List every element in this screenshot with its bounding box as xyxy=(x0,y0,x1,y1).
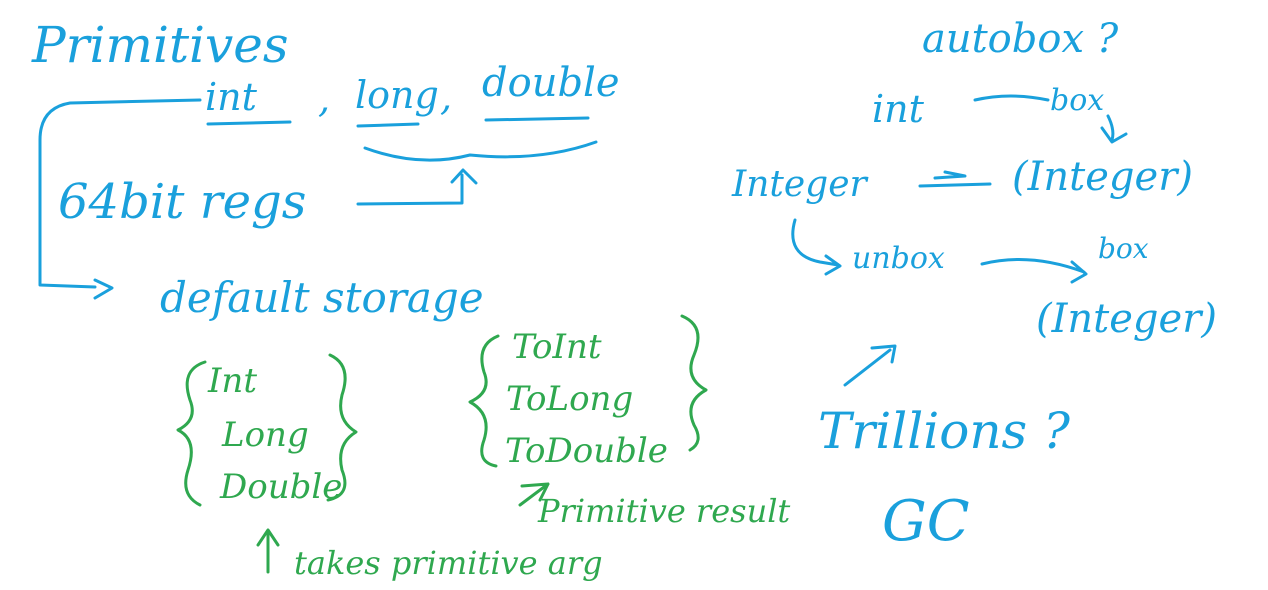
trillions-arrow xyxy=(843,344,897,387)
int-to-box-line xyxy=(973,94,1050,102)
brace-left-2 xyxy=(468,334,500,468)
default-storage-label: default storage xyxy=(160,273,484,322)
trillions-label: Trillions ? xyxy=(818,402,1071,460)
primitive-result-label: Primitive result xyxy=(537,492,790,530)
box-mid-label: box xyxy=(1098,232,1149,265)
integer-paren-1: (Integer) xyxy=(1012,154,1193,200)
primitives-heading: Primitives xyxy=(31,16,289,74)
green1-double: Double xyxy=(219,467,342,507)
unbox-to-box-arrow xyxy=(980,258,1088,284)
green1-long: Long xyxy=(221,415,309,455)
green2-tolong: ToLong xyxy=(506,379,633,419)
green2-toint: ToInt xyxy=(512,327,602,367)
brace-left-1 xyxy=(176,360,207,507)
double-underline xyxy=(484,116,590,122)
unbox-label: unbox xyxy=(852,241,945,276)
long-label: long xyxy=(355,73,439,117)
takes-primitive-arg-label: takes primitive arg xyxy=(294,544,603,582)
whiteboard-canvas: Primitives int , long , double 64bit reg… xyxy=(31,16,1217,582)
double-label: double xyxy=(482,60,620,106)
long-double-brace xyxy=(363,140,598,162)
int-underline xyxy=(206,120,292,126)
int-label: int xyxy=(205,75,258,119)
integer-left-label: Integer xyxy=(731,164,869,205)
equals-arrow xyxy=(918,170,992,188)
comma-2: , xyxy=(440,75,452,119)
brace-up-arrow xyxy=(356,168,478,206)
long-underline xyxy=(356,122,420,128)
takes-arg-arrow xyxy=(256,528,280,574)
green2-todouble: ToDouble xyxy=(505,431,668,471)
unbox-curve xyxy=(791,218,842,276)
comma-1: , xyxy=(318,77,330,121)
gc-label: GC xyxy=(882,489,970,554)
box-top-label: box xyxy=(1050,83,1104,118)
green1-int: Int xyxy=(207,361,257,401)
brace-right-2 xyxy=(680,314,708,452)
bits-label: 64bit regs xyxy=(58,174,306,230)
arrow-head-default-storage xyxy=(93,278,114,300)
box-down-arrow xyxy=(1100,114,1128,144)
autobox-label: autobox ? xyxy=(922,16,1119,62)
integer-paren-2: (Integer) xyxy=(1036,296,1217,342)
int-right-label: int xyxy=(872,87,925,131)
